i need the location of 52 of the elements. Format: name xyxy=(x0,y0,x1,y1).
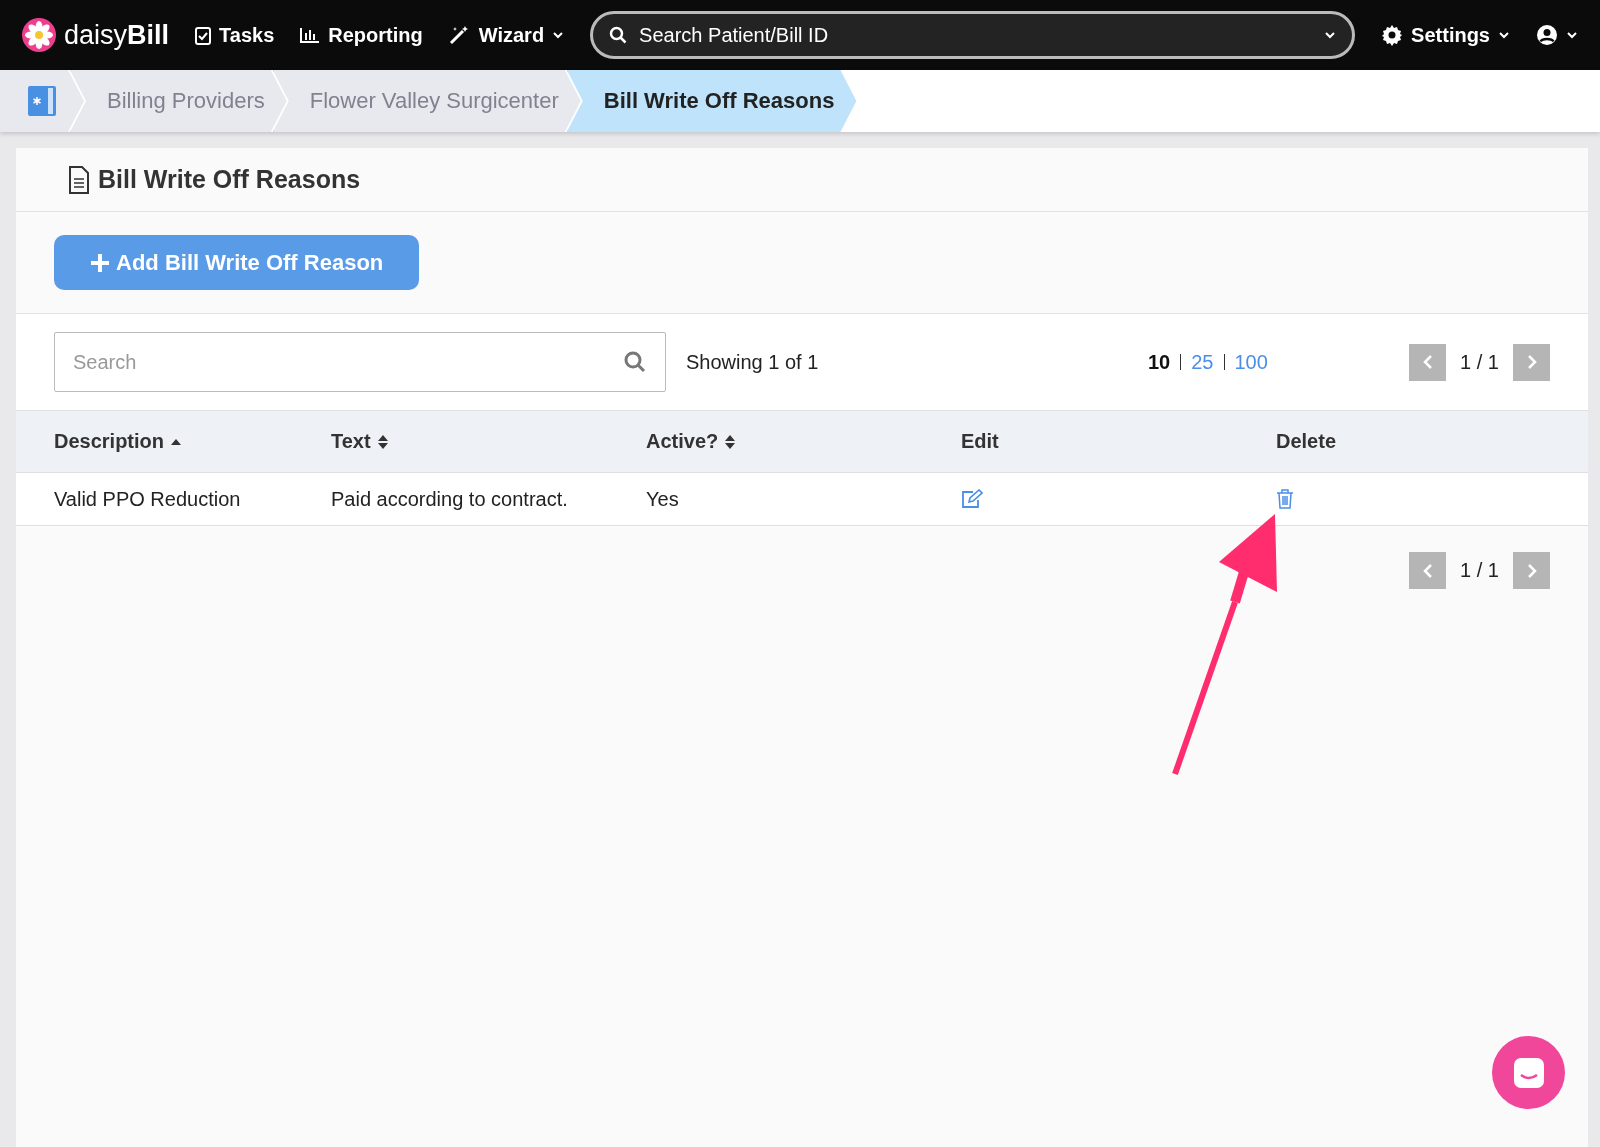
placeholder-text: Search Patient/Bill ID xyxy=(639,23,830,47)
brand-logo[interactable]: daisyBill xyxy=(22,18,170,52)
table-cell: Paid according to contract. xyxy=(293,473,608,526)
column-header[interactable]: Description xyxy=(16,410,293,473)
column-header[interactable]: Edit xyxy=(923,410,1238,473)
chevron-left-icon xyxy=(1421,562,1434,579)
chevron-right-icon xyxy=(1525,354,1538,370)
user-icon xyxy=(1536,24,1558,46)
chevron-down-icon xyxy=(1498,29,1510,41)
flower-icon xyxy=(22,18,56,52)
placeholder-text: Search xyxy=(73,350,138,374)
panel-title: Bill Write Off Reasons xyxy=(98,165,361,194)
column-header[interactable]: Delete xyxy=(1238,410,1588,473)
plus-icon xyxy=(90,252,110,273)
settings-menu[interactable]: Settings xyxy=(1381,23,1510,47)
sort-up-icon xyxy=(170,437,183,446)
previous-page-button[interactable] xyxy=(1409,552,1447,589)
column-header[interactable]: Active? xyxy=(608,410,923,473)
account-menu[interactable] xyxy=(1536,24,1578,46)
column-header[interactable]: Text xyxy=(293,410,608,473)
document-icon xyxy=(68,165,90,194)
showing-count: Showing 1 of 1 xyxy=(686,350,820,374)
edit-icon[interactable] xyxy=(961,489,983,509)
settings-icon xyxy=(1381,24,1404,46)
bar-chart-icon xyxy=(300,27,321,43)
page-indicator: 1 / 1 xyxy=(1460,350,1499,374)
chat-icon xyxy=(1511,1055,1546,1090)
sort-icon xyxy=(376,433,389,450)
chevron-left-icon xyxy=(1421,354,1434,370)
nav-link[interactable]: Tasks xyxy=(195,23,275,47)
chevron-down-icon xyxy=(1324,29,1337,41)
sort-icon xyxy=(724,433,737,450)
next-page-button[interactable] xyxy=(1513,343,1550,381)
home-crumb[interactable] xyxy=(0,70,84,132)
search-field[interactable]: Search Patient/Bill ID xyxy=(590,11,1356,59)
folder-icon xyxy=(28,86,56,116)
nav-link[interactable]: Reporting xyxy=(300,23,423,47)
clipboard-check-icon xyxy=(195,25,212,45)
chevron-right-icon xyxy=(1525,562,1538,579)
previous-page-button[interactable] xyxy=(1409,343,1447,381)
table-cell: Yes xyxy=(608,473,923,526)
nav-link[interactable]: Wizard xyxy=(448,23,565,47)
page-size-option[interactable]: 10 xyxy=(1148,350,1171,374)
breadcrumb-link[interactable]: Bill Write Off Reasons xyxy=(566,70,857,132)
search-icon xyxy=(609,26,628,44)
search-icon xyxy=(623,350,647,374)
next-page-button[interactable] xyxy=(1513,552,1550,589)
chevron-down-icon xyxy=(552,29,565,41)
trash-icon[interactable] xyxy=(1276,489,1294,509)
table-cell: Valid PPO Reduction xyxy=(16,473,293,526)
chevron-down-icon xyxy=(1566,29,1578,41)
page-indicator: 1 / 1 xyxy=(1460,559,1499,582)
